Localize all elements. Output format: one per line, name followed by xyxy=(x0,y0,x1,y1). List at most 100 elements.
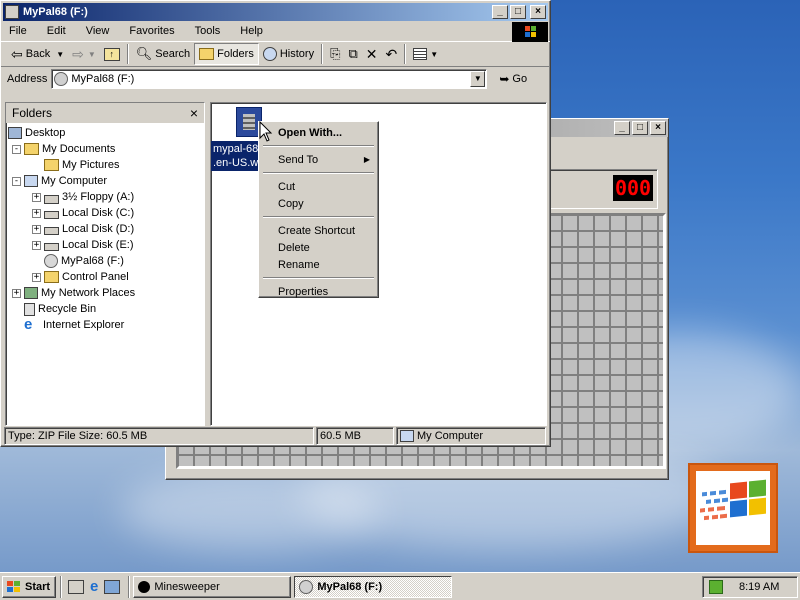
submenu-arrow-icon: ▶ xyxy=(363,155,370,164)
folder-icon xyxy=(199,48,215,60)
search-button[interactable]: 🔍︎ Search xyxy=(132,43,194,65)
close-button[interactable]: × xyxy=(530,5,546,19)
menu-separator xyxy=(263,145,374,147)
taskbar-minesweeper[interactable]: Minesweeper xyxy=(133,575,292,598)
tree-item-floppy[interactable]: + 3½ Floppy (A:) xyxy=(32,189,134,205)
chevron-down-icon: ▼ xyxy=(87,49,96,59)
back-button[interactable]: ⇦ Back ▼ xyxy=(7,43,68,65)
expand-toggle[interactable]: + xyxy=(32,240,41,250)
desktop-icon xyxy=(8,127,22,139)
hard-drive-icon xyxy=(44,243,59,251)
recycle-bin-icon xyxy=(24,302,35,316)
back-arrow-icon: ⇦ xyxy=(11,45,23,62)
windows-throbber-icon xyxy=(512,22,548,42)
delete-icon[interactable]: ✕ xyxy=(362,43,382,65)
address-dropdown-button[interactable]: ▼ xyxy=(470,71,486,87)
collapse-toggle[interactable]: - xyxy=(12,144,21,154)
maximize-button[interactable]: □ xyxy=(632,121,648,135)
taskbar-mypal68[interactable]: MyPal68 (F:) xyxy=(294,575,453,598)
move-to-icon[interactable]: ⎘ xyxy=(326,43,344,65)
standard-toolbar: ⇦ Back ▼ ⇨ ▼ ↑ 🔍︎ Search Folders History… xyxy=(1,41,550,67)
minimize-button[interactable]: _ xyxy=(492,5,508,19)
start-button[interactable]: Start xyxy=(2,575,56,598)
tree-item-network-places[interactable]: + My Network Places xyxy=(12,285,135,301)
maximize-button[interactable]: □ xyxy=(510,5,526,19)
channels-icon[interactable] xyxy=(104,579,121,594)
menu-item-cut[interactable]: Cut xyxy=(261,178,376,195)
close-icon[interactable]: × xyxy=(190,105,198,121)
tray-app-icon[interactable] xyxy=(709,579,723,594)
menu-tools[interactable]: Tools xyxy=(195,25,221,37)
menu-item-send-to[interactable]: Send To ▶ xyxy=(261,151,376,168)
tree-item-control-panel[interactable]: + Control Panel xyxy=(32,269,129,285)
history-button[interactable]: History xyxy=(259,43,318,65)
status-size: 60.5 MB xyxy=(316,427,394,445)
menu-item-create-shortcut[interactable]: Create Shortcut xyxy=(261,222,376,239)
go-arrow-icon: ➥ xyxy=(499,72,510,86)
folders-pane-header: Folders × xyxy=(6,103,204,123)
control-panel-icon xyxy=(44,271,59,283)
menu-bar: File Edit View Favorites Tools Help xyxy=(1,21,550,42)
menu-file[interactable]: File xyxy=(9,25,27,37)
menu-item-copy[interactable]: Copy xyxy=(261,195,376,212)
copy-to-icon[interactable]: ⧉ xyxy=(344,43,361,65)
tree-item-recycle-bin[interactable]: Recycle Bin xyxy=(24,301,96,317)
menu-item-rename[interactable]: Rename xyxy=(261,256,376,273)
address-value: MyPal68 (F:) xyxy=(71,73,135,85)
tree-item-local-disk-d[interactable]: + Local Disk (D:) xyxy=(32,221,134,237)
address-input[interactable]: MyPal68 (F:) ▼ xyxy=(51,69,488,89)
undo-icon[interactable]: ↶ xyxy=(382,43,402,65)
internet-explorer-icon[interactable]: e xyxy=(90,578,98,595)
folder-icon xyxy=(44,159,59,171)
internet-explorer-icon: e xyxy=(24,316,33,333)
computer-icon xyxy=(24,175,38,187)
menu-favorites[interactable]: Favorites xyxy=(129,25,174,37)
views-button[interactable]: ▼ xyxy=(409,43,442,65)
show-desktop-icon[interactable] xyxy=(68,579,84,594)
windows-logo xyxy=(688,463,778,553)
mine-icon xyxy=(138,580,151,593)
menu-edit[interactable]: Edit xyxy=(47,25,66,37)
minimize-button[interactable]: _ xyxy=(614,121,630,135)
explorer-titlebar[interactable]: MyPal68 (F:) _ □ × xyxy=(3,3,548,21)
views-icon xyxy=(413,48,428,60)
floppy-drive-icon xyxy=(44,194,59,204)
menu-item-properties[interactable]: Properties xyxy=(261,283,376,300)
expand-toggle[interactable]: + xyxy=(32,224,41,234)
tree-item-local-disk-e[interactable]: + Local Disk (E:) xyxy=(32,237,134,253)
go-button[interactable]: ➥ Go xyxy=(495,68,531,90)
tree-item-internet-explorer[interactable]: e Internet Explorer xyxy=(24,317,124,333)
menu-item-open-with[interactable]: Open With... xyxy=(261,124,376,141)
folder-icon xyxy=(24,143,39,155)
windows-flag-icon xyxy=(6,580,22,594)
quick-launch: e xyxy=(68,578,121,595)
search-icon: 🔍︎ xyxy=(135,46,153,61)
tree-item-my-pictures[interactable]: My Pictures xyxy=(44,157,119,173)
chevron-down-icon: ▼ xyxy=(56,49,65,59)
tree-item-local-disk-c[interactable]: + Local Disk (C:) xyxy=(32,205,134,221)
tree-item-my-computer[interactable]: - My Computer xyxy=(12,173,107,189)
folders-button[interactable]: Folders xyxy=(194,43,259,65)
expand-toggle[interactable]: + xyxy=(32,192,41,202)
expand-toggle[interactable]: + xyxy=(32,208,41,218)
forward-button[interactable]: ⇨ ▼ xyxy=(68,43,100,65)
expand-toggle[interactable]: + xyxy=(32,272,41,282)
tree-item-mypal68-f[interactable]: MyPal68 (F:) xyxy=(44,253,124,269)
status-zone: My Computer xyxy=(396,427,546,445)
close-button[interactable]: × xyxy=(650,121,666,135)
address-bar: Address MyPal68 (F:) ▼ ➥ Go xyxy=(1,67,550,91)
up-folder-button[interactable]: ↑ xyxy=(100,43,124,65)
tree-item-my-documents[interactable]: - My Documents xyxy=(12,141,115,157)
clock[interactable]: 8:19 AM xyxy=(739,581,779,593)
taskbar: Start e Minesweeper MyPal68 (F:) 8:19 AM xyxy=(0,572,800,600)
expand-toggle[interactable]: + xyxy=(12,288,21,298)
collapse-toggle[interactable]: - xyxy=(12,176,21,186)
history-icon xyxy=(262,47,277,61)
menu-view[interactable]: View xyxy=(86,25,110,37)
status-info: Type: ZIP File Size: 60.5 MB xyxy=(4,427,314,445)
menu-help[interactable]: Help xyxy=(240,25,263,37)
drive-icon xyxy=(54,72,69,86)
menu-item-delete[interactable]: Delete xyxy=(261,239,376,256)
mine-counter: 000 xyxy=(613,175,653,201)
tree-item-desktop[interactable]: Desktop xyxy=(8,125,65,141)
